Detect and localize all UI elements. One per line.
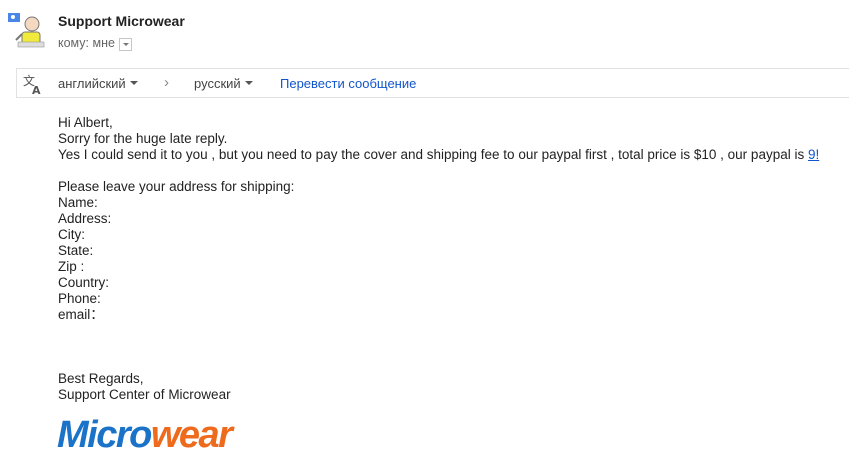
email-body: Hi Albert, Sorry for the huge late reply… [58, 115, 819, 403]
body-line: Support Center of Microwear [58, 387, 231, 402]
body-line [58, 323, 819, 339]
sender-avatar-icon [8, 13, 45, 48]
source-language-label: английский [58, 76, 126, 91]
body-line [58, 339, 819, 355]
body-line: Address: [58, 211, 112, 226]
sender-avatar[interactable] [8, 12, 46, 50]
body-line: Yes I could send it to you , but you nee… [58, 147, 819, 163]
logo-part2: wear [150, 414, 233, 456]
body-line: Phone: [58, 291, 101, 306]
paypal-link[interactable]: 9! [808, 147, 819, 162]
recipient-text: кому: мне [58, 36, 115, 50]
body-line: Sorry for the huge late reply. [58, 131, 228, 146]
recipient-details-dropdown-icon[interactable] [118, 37, 132, 51]
body-line: City: [58, 227, 85, 242]
source-language-select[interactable]: английский [58, 76, 138, 91]
body-line: Zip : [58, 259, 85, 274]
body-line-text: Yes I could send it to you , but you nee… [58, 147, 808, 162]
body-line: Please leave your address for shipping: [58, 179, 295, 194]
target-language-select[interactable]: русский [194, 76, 253, 91]
body-line: Name: [58, 195, 98, 210]
svg-text:A: A [32, 84, 41, 95]
body-line: State: [58, 243, 94, 258]
recipient-row: кому: мне [58, 36, 132, 51]
chevron-down-icon [129, 80, 138, 85]
body-line: email： [58, 307, 104, 322]
logo-part1: Micro [57, 414, 152, 456]
body-line: Hi Albert, [58, 115, 113, 130]
translate-bar: 文 A английский › русский Перевести сообщ… [16, 68, 849, 98]
translate-message-link[interactable]: Перевести сообщение [280, 76, 416, 91]
body-line [58, 163, 819, 179]
chevron-down-icon [244, 80, 253, 85]
arrow-right-icon: › [164, 74, 169, 91]
target-language-label: русский [194, 76, 241, 91]
sender-name: Support Microwear [58, 13, 185, 29]
body-line: Country: [58, 275, 110, 290]
body-line [58, 355, 819, 371]
body-line: Best Regards, [58, 371, 144, 386]
translate-icon: 文 A [23, 73, 41, 95]
microwear-logo: Microwear [57, 413, 233, 457]
